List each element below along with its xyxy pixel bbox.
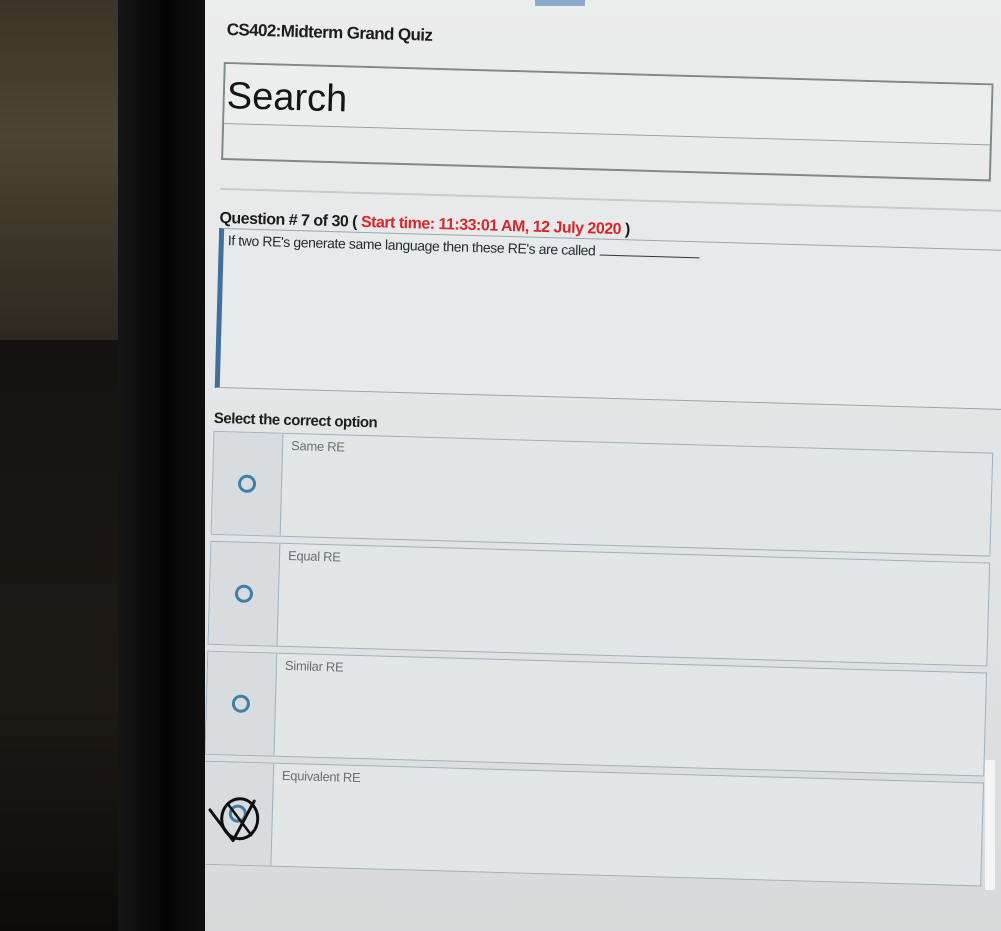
option-label: Same RE — [290, 438, 345, 455]
option-row[interactable]: Same RE — [210, 430, 994, 557]
question-of: of — [309, 212, 332, 231]
quiz-title: CS402:Midterm Grand Quiz — [226, 20, 433, 45]
option-label: Equivalent RE — [281, 767, 361, 786]
search-input[interactable] — [224, 64, 992, 146]
monitor-screen: CS402:Midterm Grand Quiz Question # 7 of… — [205, 0, 1001, 931]
open-paren: ( — [347, 213, 362, 231]
scrollbar[interactable] — [985, 760, 995, 890]
question-text-box: If two RE's generate same language then … — [214, 227, 1001, 410]
start-time-value: 11:33:01 AM, 12 July 2020 — [438, 216, 622, 239]
radio-cell — [208, 541, 281, 646]
question-total: 30 — [331, 213, 349, 231]
option-row[interactable]: Equal RE — [207, 540, 991, 667]
options-list: Same RE Equal RE Similar RE Equivalent R… — [205, 430, 994, 887]
radio-circle-icon[interactable] — [228, 804, 248, 823]
background-wall — [0, 0, 135, 340]
radio-cell — [205, 761, 275, 866]
radio-cell — [205, 651, 278, 756]
option-row[interactable]: Similar RE — [205, 650, 988, 777]
option-label: Equal RE — [287, 547, 341, 565]
screen-top-fragment — [535, 0, 585, 6]
quiz-page: CS402:Midterm Grand Quiz Question # 7 of… — [205, 20, 1001, 893]
radio-cell — [211, 431, 284, 536]
option-label: Similar RE — [284, 657, 344, 675]
photo-scene: CS402:Midterm Grand Quiz Question # 7 of… — [0, 0, 1001, 931]
option-row[interactable]: Equivalent RE — [205, 760, 985, 887]
radio-circle-icon[interactable] — [234, 584, 254, 604]
radio-circle-icon[interactable] — [237, 474, 257, 494]
section-divider — [220, 187, 1001, 213]
start-time-label: Start time: — [360, 213, 439, 234]
close-paren: ) — [620, 221, 631, 239]
radio-circle-icon[interactable] — [231, 694, 251, 713]
question-prefix: Question # — [219, 209, 302, 230]
search-box — [221, 61, 994, 182]
answer-blank — [599, 254, 700, 259]
monitor-bezel — [118, 0, 214, 931]
